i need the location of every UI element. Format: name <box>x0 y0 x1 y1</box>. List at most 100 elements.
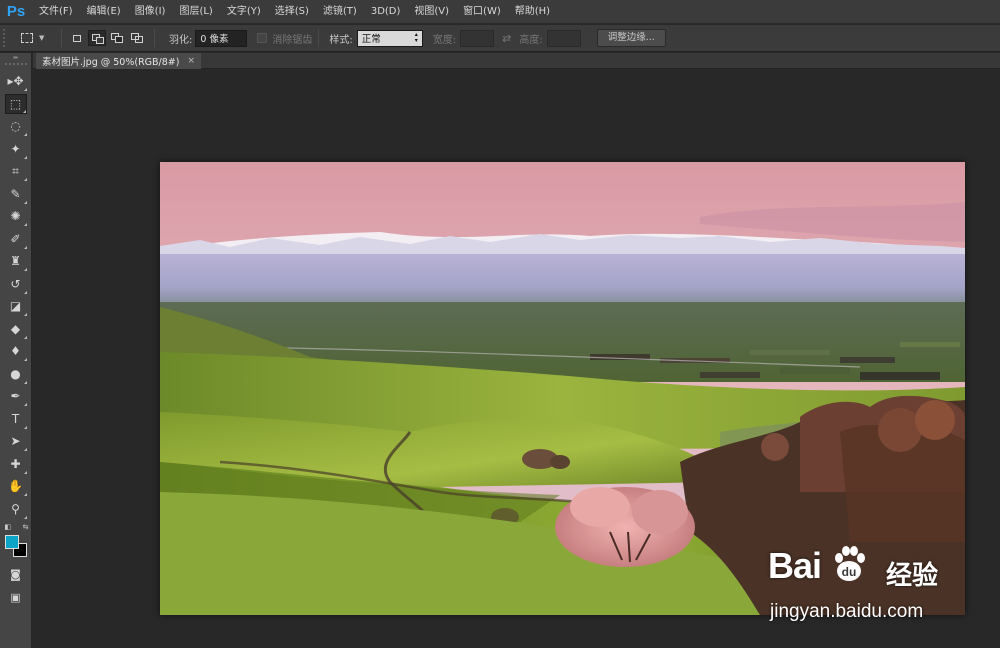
select-arrows-icon: ▴ ▾ <box>414 31 418 44</box>
style-select-value: 正常 <box>361 34 381 45</box>
move-tool[interactable]: ▸✥ <box>5 71 27 91</box>
clone-stamp-icon: ♜ <box>10 254 21 268</box>
subtract-selection-icon-2 <box>115 36 123 43</box>
swap-colors-icon[interactable]: ⇆ <box>23 523 29 531</box>
history-brush-icon: ↺ <box>10 276 21 291</box>
menu-help[interactable]: 帮助(H) <box>508 0 557 24</box>
divider <box>318 29 320 47</box>
menu-filter[interactable]: 滤镜(T) <box>316 0 364 24</box>
menu-file[interactable]: 文件(F) <box>32 0 80 24</box>
menu-view[interactable]: 视图(V) <box>407 0 456 24</box>
subtract-from-selection-button[interactable] <box>108 30 126 46</box>
path-selection-tool[interactable]: ➤ <box>5 431 27 451</box>
close-icon[interactable]: × <box>187 56 195 66</box>
add-to-selection-button[interactable] <box>88 30 106 46</box>
path-selection-icon: ➤ <box>10 434 21 448</box>
antialias-checkbox[interactable] <box>257 33 268 43</box>
spot-healing-tool[interactable]: ✺ <box>5 206 27 226</box>
hand-tool[interactable]: ✋ <box>5 476 27 496</box>
zoom-icon: ⚲ <box>11 501 20 516</box>
flyout-indicator-icon <box>23 245 27 249</box>
style-label: 样式: <box>329 34 353 46</box>
chevron-down-icon: ▼ <box>39 34 45 42</box>
flyout-indicator-icon <box>23 268 27 271</box>
blur-icon: ♦ <box>10 344 21 358</box>
clone-stamp-tool[interactable]: ♜ <box>5 251 27 271</box>
lasso-tool[interactable]: ◌ <box>5 116 27 136</box>
crop-tool[interactable]: ⌗ <box>5 161 27 181</box>
flyout-indicator-icon <box>23 223 27 226</box>
rectangular-marquee-icon: ⬚ <box>9 96 22 111</box>
flyout-indicator-icon <box>23 155 27 159</box>
eyedropper-tool[interactable]: ✎ <box>5 184 27 204</box>
screen-mode-icon[interactable]: ▣ <box>5 587 27 607</box>
quick-mask-icon[interactable]: ◙ <box>5 565 27 585</box>
antialias-label: 消除锯齿 <box>272 34 313 46</box>
baidu-paw-logo: du <box>835 546 865 581</box>
intersect-selection-button[interactable] <box>128 30 146 46</box>
magic-wand-tool[interactable]: ✦ <box>5 139 27 159</box>
eraser-tool[interactable]: ◪ <box>5 296 27 316</box>
photoshop-logo: Ps <box>6 3 26 20</box>
paint-bucket-tool[interactable]: ◆ <box>5 319 27 339</box>
height-input[interactable] <box>546 29 581 47</box>
type-tool[interactable]: T <box>5 409 27 429</box>
flyout-indicator-icon <box>22 109 26 113</box>
dodge-tool[interactable]: ● <box>5 364 27 384</box>
history-brush-tool[interactable]: ↺ <box>5 274 27 294</box>
flyout-indicator-icon <box>23 470 27 474</box>
flyout-indicator-icon <box>23 515 27 519</box>
menu-3d[interactable]: 3D(D) <box>364 0 408 24</box>
pen-icon: ✒ <box>10 389 21 403</box>
menu-window[interactable]: 窗口(W) <box>456 0 508 24</box>
brush-tool[interactable]: ✐ <box>5 229 27 249</box>
blur-tool[interactable]: ♦ <box>5 341 27 361</box>
tool-preset-picker[interactable]: ▼ <box>21 33 55 43</box>
new-selection-icon <box>73 34 81 42</box>
zoom-tool[interactable]: ⚲ <box>5 499 27 519</box>
custom-shape-tool[interactable]: ✚ <box>5 454 27 474</box>
collapse-panel-icon[interactable]: ▸▸ <box>0 53 31 61</box>
refine-edge-button[interactable]: 调整边缘... <box>596 29 666 47</box>
feather-label: 羽化: <box>169 34 193 46</box>
document-tab[interactable]: 素材图片.jpg @ 50%(RGB/8#) × <box>36 53 202 69</box>
menu-edit[interactable]: 编辑(E) <box>80 0 128 24</box>
watermark-brand-cn: 经验 <box>886 561 939 591</box>
foreground-color-swatch[interactable] <box>4 534 19 549</box>
type-icon: T <box>11 411 20 426</box>
tool-list: ▸✥ ⬚ ◌ ✦ ⌗ ✎ ✺ ✐ ♜ ↺ ◪ ◆ ♦ ● ✒ T ➤ ✚ ✋ ⚲ <box>0 71 31 519</box>
flyout-indicator-icon <box>23 335 27 339</box>
menu-type[interactable]: 文字(Y) <box>220 0 268 24</box>
document-tab-title: 素材图片.jpg @ 50%(RGB/8#) <box>42 57 180 68</box>
intersect-selection-icon-2 <box>135 36 143 43</box>
menu-select[interactable]: 选择(S) <box>268 0 316 24</box>
pen-tool[interactable]: ✒ <box>5 386 27 406</box>
flyout-indicator-icon <box>23 493 27 496</box>
divider <box>61 29 62 47</box>
flyout-indicator-icon <box>23 403 27 406</box>
tools-panel: ▸▸ ▸✥ ⬚ ◌ ✦ ⌗ ✎ ✺ ✐ ♜ ↺ ◪ ◆ ♦ ● ✒ T ➤ ✚ ✋ ⚲ ◧ ⇆ ◙ ▣ <box>0 53 32 648</box>
flyout-indicator-icon <box>23 200 27 204</box>
brush-icon: ✐ <box>10 231 21 246</box>
document-tab-bar: 素材图片.jpg @ 50%(RGB/8#) × <box>33 53 1000 69</box>
flyout-indicator-icon <box>23 425 27 429</box>
menu-image[interactable]: 图像(I) <box>128 0 173 24</box>
dodge-icon: ● <box>10 366 21 381</box>
svg-text:du: du <box>842 565 857 579</box>
move-icon: ▸✥ <box>7 74 24 88</box>
menu-layer[interactable]: 图层(L) <box>172 0 219 24</box>
width-input[interactable] <box>460 29 495 47</box>
watermark-url: jingyan.baidu.com <box>770 601 924 622</box>
eyedropper-icon: ✎ <box>10 186 21 201</box>
tools-panel-grip[interactable] <box>4 63 27 65</box>
default-colors-icon[interactable]: ◧ <box>5 523 12 531</box>
flyout-indicator-icon <box>23 448 27 451</box>
options-bar-grip[interactable] <box>3 29 9 47</box>
flyout-indicator-icon <box>23 133 27 136</box>
new-selection-button[interactable] <box>68 30 86 46</box>
rectangular-marquee-tool[interactable]: ⬚ <box>4 93 27 114</box>
custom-shape-icon: ✚ <box>10 456 21 471</box>
feather-input[interactable] <box>195 29 248 47</box>
swap-width-height-icon[interactable]: ⇄ <box>502 32 511 45</box>
style-select[interactable]: 正常 ▴ ▾ <box>356 29 423 47</box>
